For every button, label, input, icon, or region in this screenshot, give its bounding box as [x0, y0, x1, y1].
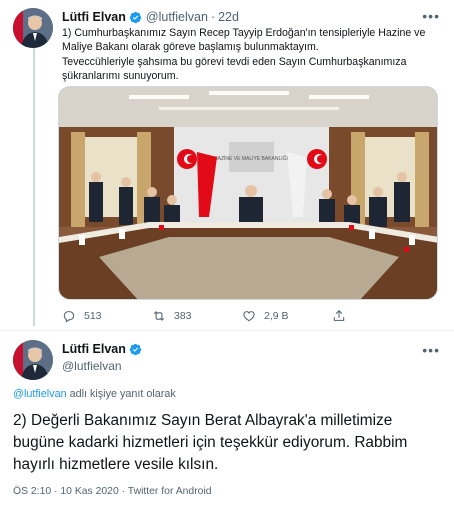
tweet-photo[interactable]: HAZİNE VE MALİYE BAKANLIĞI: [58, 86, 438, 300]
separator-dot: ·: [121, 486, 126, 497]
replying-to-text: adlı kişiye yanıt olarak: [66, 388, 176, 400]
tweet-header: Lütfi Elvan @lutfielvan · 22d •••: [62, 8, 440, 26]
reply-count: 513: [84, 310, 102, 322]
retweet-count: 383: [174, 310, 192, 322]
author-name[interactable]: Lütfi Elvan: [62, 342, 126, 356]
more-horizontal-icon[interactable]: •••: [422, 8, 440, 24]
tweet-metadata: ÖS 2:10 · 10 Kas 2020 · Twitter for Andr…: [13, 486, 212, 497]
author-name[interactable]: Lütfi Elvan: [62, 10, 126, 24]
share-icon: [333, 310, 345, 321]
reply-icon: [63, 311, 75, 323]
author-handle[interactable]: @lutfielvan: [62, 359, 142, 373]
tweet-text-line: 1) Cumhurbaşkanımız Sayın Recep Tayyip E…: [62, 27, 426, 54]
more-horizontal-icon[interactable]: •••: [422, 342, 440, 358]
replying-to: @lutfielvan adlı kişiye yanıt olarak: [13, 388, 176, 400]
heart-icon: [243, 311, 255, 322]
ministry-sign: HAZİNE VE MALİYE BAKANLIĞI: [214, 155, 288, 162]
tweet-text: 2) Değerli Bakanımız Sayın Berat Albayra…: [13, 412, 408, 473]
tweet-text: 1) Cumhurbaşkanımız Sayın Recep Tayyip E…: [62, 26, 440, 84]
tweet-time[interactable]: 22d: [218, 10, 239, 24]
retweet-icon: [153, 311, 165, 321]
tweet-source[interactable]: Twitter for Android: [128, 486, 212, 497]
replying-to-mention[interactable]: @lutfielvan: [13, 388, 67, 400]
thread-connector-line: [33, 48, 35, 326]
like-count: 2,9 B: [264, 310, 289, 322]
tweet-actions: 513 383 2,9 B: [62, 306, 422, 326]
author-handle[interactable]: @lutfielvan: [146, 10, 208, 24]
separator-dot: ·: [54, 486, 58, 497]
author-avatar[interactable]: [13, 340, 53, 380]
tweet-first[interactable]: Lütfi Elvan @lutfielvan · 22d ••• 1) Cum…: [0, 0, 454, 330]
separator-dot: ·: [210, 10, 216, 24]
share-action[interactable]: [332, 309, 422, 323]
tweet-divider: [0, 330, 454, 331]
tweet-header: Lütfi Elvan @lutfielvan: [62, 342, 142, 373]
retweet-action[interactable]: 383: [152, 309, 242, 323]
verified-badge-icon: [129, 11, 142, 23]
tweet-time[interactable]: ÖS 2:10: [13, 486, 51, 497]
tweet-date[interactable]: 10 Kas 2020: [60, 486, 118, 497]
verified-badge-icon: [129, 343, 142, 355]
reply-action[interactable]: 513: [62, 309, 152, 323]
tweet-text-line: Teveccühleriyle şahsıma bu görevi tevdi …: [62, 55, 407, 83]
author-avatar[interactable]: [13, 8, 53, 48]
like-action[interactable]: 2,9 B: [242, 309, 332, 323]
author-name-row[interactable]: Lütfi Elvan: [62, 342, 142, 356]
